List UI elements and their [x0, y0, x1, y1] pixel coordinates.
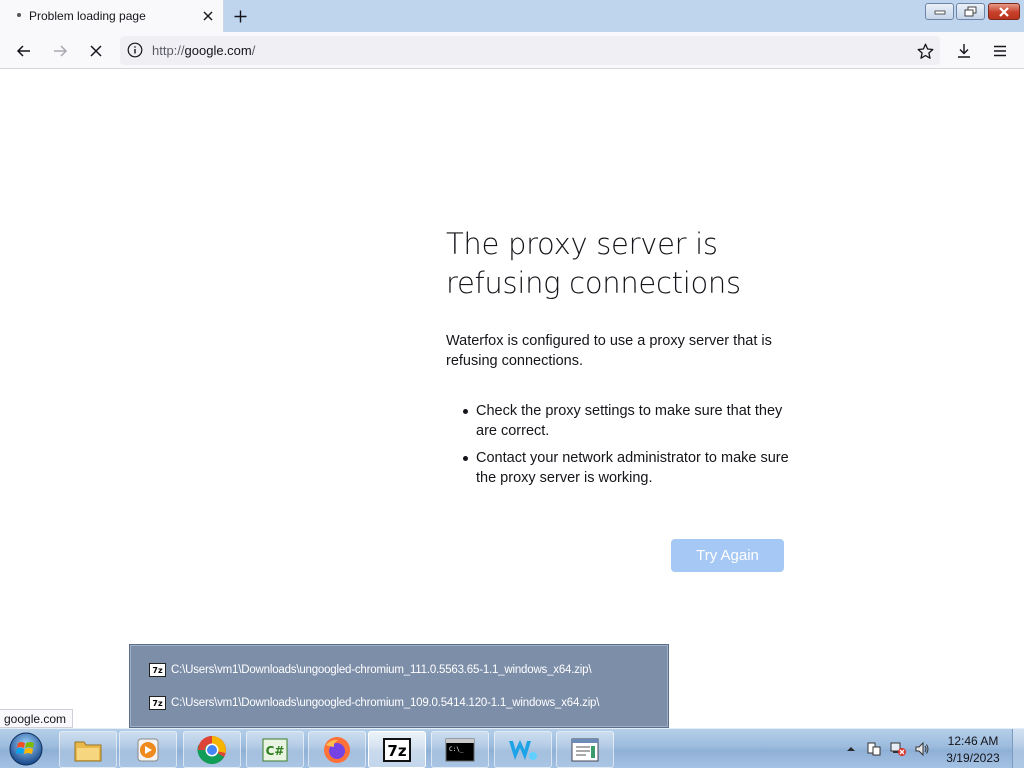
windows-orb-icon: [9, 732, 43, 766]
menu-button[interactable]: [987, 38, 1013, 64]
stop-x-icon: [90, 45, 102, 57]
jump-list-item[interactable]: 7z C:\Users\vm1\Downloads\ungoogled-chro…: [149, 660, 592, 680]
jump-list-path: C:\Users\vm1\Downloads\ungoogled-chromiu…: [171, 664, 592, 676]
chevron-up-icon: [847, 747, 855, 751]
firefox-icon: [324, 736, 350, 763]
clock-date[interactable]: 3/19/2023: [943, 751, 1003, 765]
arrow-right-icon: [54, 45, 68, 57]
stop-button[interactable]: [83, 38, 109, 64]
screen: Problem loading page http://google.com/ …: [0, 0, 1024, 768]
taskbar-notepad[interactable]: [556, 731, 614, 768]
7zip-icon: 7z: [383, 737, 411, 762]
jump-list-item[interactable]: 7z C:\Users\vm1\Downloads\ungoogled-chro…: [149, 693, 599, 713]
error-title: The proxy server is refusing connections: [446, 227, 741, 300]
status-link-text: google.com: [0, 709, 74, 728]
url-bar[interactable]: http://google.com/: [120, 36, 940, 65]
tray-volume[interactable]: [914, 741, 930, 757]
taskbar-firefox[interactable]: [308, 731, 366, 768]
restore-icon: [964, 6, 977, 17]
restore-button[interactable]: [956, 3, 985, 20]
folder-icon: [74, 741, 102, 761]
tab-strip: Problem loading page: [0, 0, 1024, 33]
taskbar-cmd[interactable]: C:\_: [431, 731, 489, 768]
jump-list-path: C:\Users\vm1\Downloads\ungoogled-chromiu…: [171, 697, 600, 709]
minimize-icon: [934, 10, 945, 14]
suggestion-item: Contact your network administrator to ma…: [463, 448, 806, 488]
close-window-button[interactable]: [988, 3, 1020, 20]
url-text[interactable]: http://google.com/: [152, 43, 255, 58]
taskbar-waterfox[interactable]: [494, 731, 552, 768]
new-tab-button[interactable]: [228, 5, 252, 27]
7zip-icon: 7z: [149, 663, 166, 677]
star-icon: [917, 43, 933, 59]
url-host: google.com: [184, 43, 252, 58]
csharp-icon: C#: [262, 738, 288, 761]
show-desktop-button[interactable]: [1012, 729, 1024, 768]
taskbar-csharp[interactable]: C#: [246, 731, 304, 768]
minimize-button[interactable]: [925, 3, 954, 20]
terminal-icon: C:\_: [445, 738, 475, 761]
taskbar-7zip[interactable]: 7z: [368, 731, 426, 768]
url-prefix: http://: [152, 43, 185, 58]
tab-problem-loading[interactable]: Problem loading page: [0, 0, 224, 33]
7zip-icon: 7z: [149, 696, 166, 710]
back-button[interactable]: [11, 38, 37, 64]
taskbar-chrome[interactable]: [183, 731, 241, 768]
jump-list-popup: 7z C:\Users\vm1\Downloads\ungoogled-chro…: [130, 645, 668, 727]
waterfox-icon: [509, 739, 537, 760]
arrow-left-icon: [16, 45, 30, 57]
start-button[interactable]: [4, 731, 48, 767]
suggestion-item: Check the proxy settings to make sure th…: [463, 401, 806, 441]
downloads-button[interactable]: [951, 38, 977, 64]
network-error-icon: [890, 742, 906, 756]
try-again-button[interactable]: Try Again: [671, 539, 784, 572]
forward-button[interactable]: [47, 38, 73, 64]
tab-title: Problem loading page: [29, 9, 146, 23]
document-window-icon: [571, 738, 599, 761]
taskbar-media-player[interactable]: [119, 731, 177, 768]
media-player-icon: [137, 738, 159, 761]
error-description: Waterfox is configured to use a proxy se…: [446, 333, 772, 369]
action-center-flag-icon: [867, 742, 881, 756]
nav-bar: http://google.com/: [0, 32, 1024, 69]
tray-expand-button[interactable]: [843, 741, 859, 757]
error-page: The proxy server is refusing connections…: [0, 69, 1024, 728]
taskbar: C# 7z C:\_ 12:46 AM 3/19/2023: [0, 728, 1024, 768]
speaker-icon: [915, 741, 929, 757]
chrome-icon: [197, 735, 226, 764]
error-suggestions: Check the proxy settings to make sure th…: [463, 401, 806, 495]
download-icon: [958, 44, 970, 58]
info-icon[interactable]: [126, 41, 144, 59]
tab-close-icon[interactable]: [199, 7, 217, 25]
bookmark-star-button[interactable]: [912, 38, 938, 64]
terminal-label: C:\_: [449, 746, 464, 753]
tray-action-center[interactable]: [866, 741, 882, 757]
7zip-label: 7z: [387, 742, 406, 760]
csharp-label: C#: [266, 744, 285, 758]
clock-time[interactable]: 12:46 AM: [943, 734, 1003, 748]
hamburger-menu-icon: [994, 45, 1006, 57]
url-suffix: /: [251, 43, 256, 58]
close-icon: [999, 6, 1009, 17]
plus-icon: [234, 10, 246, 22]
taskbar-explorer[interactable]: [59, 731, 117, 768]
loading-dot-icon: [17, 13, 21, 17]
tray-network[interactable]: [890, 741, 906, 757]
